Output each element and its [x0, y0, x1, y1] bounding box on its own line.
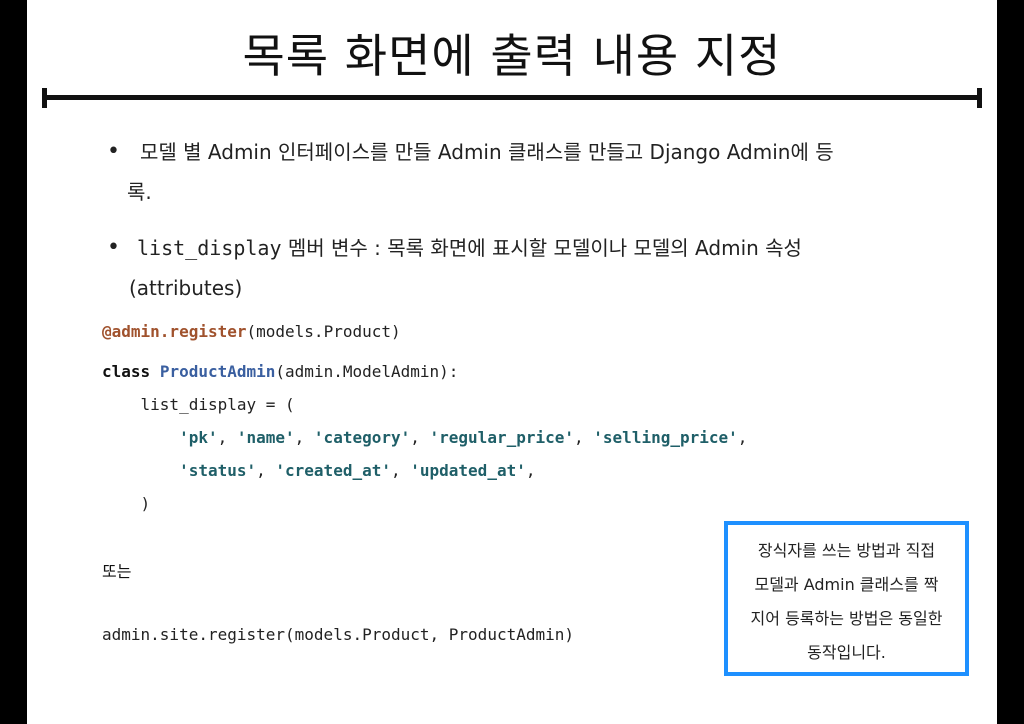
code-string: 'selling_price': [593, 428, 738, 447]
code-line-fields-2: 'status', 'created_at', 'updated_at',: [179, 461, 536, 480]
code-string: 'created_at': [275, 461, 391, 480]
note-line: 지어 등록하는 방법은 동일한: [750, 609, 943, 628]
code-keyword: class: [102, 362, 151, 381]
or-label: 또는: [102, 562, 132, 581]
title-underline: [44, 95, 982, 100]
note-line: 동작입니다.: [807, 643, 886, 662]
code-string: 'status': [179, 461, 257, 480]
slide-title: 목록 화면에 출력 내용 지정: [242, 29, 782, 83]
code-line-list-display: list_display = (: [102, 395, 295, 414]
bullet-list-display: • list_display 멤버 변수 : 목록 화면에 표시할 모델이나 모…: [107, 228, 917, 308]
bullet-line: 록.: [127, 180, 152, 204]
bullet-admin-interface: • 모델 별 Admin 인터페이스를 만들 Admin 클래스를 만들고 Dj…: [107, 132, 917, 212]
code-string: 'pk': [179, 428, 218, 447]
code-line-close-paren: ): [102, 494, 151, 513]
code-string: 'name': [236, 428, 295, 447]
code-line-site-register: admin.site.register(models.Product, Prod…: [102, 625, 575, 644]
bullet-dot-icon: •: [107, 139, 120, 164]
code-decorator: @admin.register: [102, 322, 247, 341]
code-line-decorator: @admin.register(models.Product): [102, 322, 401, 341]
code-string: 'regular_price': [429, 428, 575, 447]
bullet-text: 멤버 변수 : 목록 화면에 표시할 모델이나 모델의 Admin 속성: [281, 236, 802, 260]
bullet-line: 모델 별 Admin 인터페이스를 만들 Admin 클래스를 만들고 Djan…: [140, 140, 834, 164]
rule-right-cap: [977, 88, 982, 108]
bullet-line: (attributes): [129, 276, 243, 300]
code-decorator-args: (models.Product): [246, 322, 401, 341]
code-string: 'updated_at': [410, 461, 526, 480]
code-line-fields-1: 'pk', 'name', 'category', 'regular_price…: [179, 428, 748, 447]
slide: 목록 화면에 출력 내용 지정 • 모델 별 Admin 인터페이스를 만들 A…: [27, 0, 997, 724]
bullet-dot-icon: •: [107, 235, 120, 260]
note-box: 장식자를 쓰는 방법과 직접 모델과 Admin 클래스를 짝 지어 등록하는 …: [724, 521, 969, 676]
bullet-line: list_display 멤버 변수 : 목록 화면에 표시할 모델이나 모델의…: [107, 228, 917, 268]
code-class-name: ProductAdmin: [159, 362, 276, 381]
note-line: 장식자를 쓰는 방법과 직접: [757, 541, 936, 560]
note-line: 모델과 Admin 클래스를 짝: [754, 575, 939, 594]
code-class-base: (admin.ModelAdmin):: [275, 362, 459, 381]
code-line-class: class ProductAdmin(admin.ModelAdmin):: [102, 362, 458, 381]
code-string: 'category': [313, 428, 411, 447]
inline-code: list_display: [137, 236, 282, 260]
